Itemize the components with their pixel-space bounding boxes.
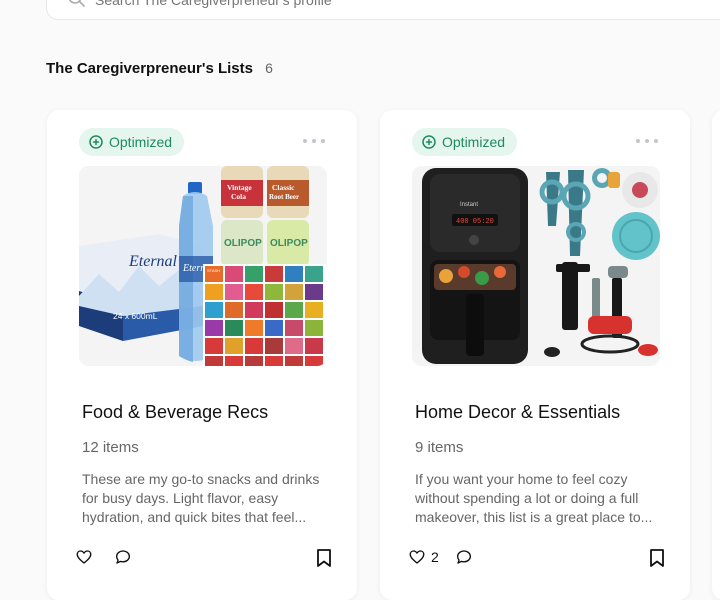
list-title[interactable]: Food & Beverage Recs <box>82 402 268 423</box>
brand-label: Eternal <box>128 253 178 270</box>
fryer-display: 400 05:20 <box>456 218 494 226</box>
svg-text:Root Beer: Root Beer <box>269 193 299 201</box>
card-actions: 2 <box>408 548 489 566</box>
card-actions <box>75 548 148 566</box>
list-card[interactable]: Optimized 400 05:20 Instant Home Decor &… <box>380 110 690 600</box>
like-button[interactable]: 2 <box>408 548 439 566</box>
bookmark-icon <box>317 549 331 567</box>
list-cover-image: 400 05:20 Instant <box>412 166 660 366</box>
section-count: 6 <box>265 60 273 76</box>
fryer-brand: Instant <box>460 202 478 208</box>
can-label-4: OLIPOP <box>270 238 308 249</box>
list-title[interactable]: Home Decor & Essentials <box>415 402 620 423</box>
comment-button[interactable] <box>114 548 132 566</box>
check-circle-icon <box>422 135 436 149</box>
bookmark-icon <box>650 549 664 567</box>
save-button[interactable] <box>648 548 666 573</box>
cover-collage: 400 05:20 Instant <box>412 166 660 366</box>
save-button[interactable] <box>315 548 333 573</box>
check-circle-icon <box>89 135 103 149</box>
pack-label: 24 x 600mL <box>113 311 158 321</box>
optimized-badge: Optimized <box>79 128 185 156</box>
search-icon <box>68 0 85 7</box>
more-icon[interactable] <box>303 134 325 148</box>
optimized-badge: Optimized <box>412 128 518 156</box>
can-label-3: OLIPOP <box>224 238 262 249</box>
list-item-count: 12 items <box>82 439 139 456</box>
svg-text:Cola: Cola <box>231 192 246 201</box>
list-description: These are my go-to snacks and drinks for… <box>82 471 320 525</box>
tea-boxes-image: STASH <box>203 264 327 366</box>
section-title: The Caregiverpreneur's Lists <box>46 60 253 77</box>
can-label-2: Classic <box>272 183 295 192</box>
comment-icon <box>456 550 471 564</box>
list-description: If you want your home to feel cozy witho… <box>415 471 653 525</box>
list-card[interactable]: Optimized Eternal 24 x 600mL Eterr Vinta… <box>47 110 357 600</box>
heart-icon <box>409 550 425 564</box>
search-input[interactable] <box>95 0 495 8</box>
comment-icon <box>115 550 131 564</box>
list-item-count: 9 items <box>415 439 464 456</box>
can-label-1: Vintage <box>227 183 252 192</box>
air-fryer-image: 400 05:20 Instant <box>422 168 528 364</box>
badge-label: Optimized <box>442 134 506 150</box>
comment-button[interactable] <box>455 548 473 566</box>
section-header: The Caregiverpreneur's Lists 6 <box>46 60 273 77</box>
tea-label: STASH <box>207 268 220 273</box>
like-count: 2 <box>431 549 439 565</box>
like-button[interactable] <box>75 548 98 566</box>
list-card-partial[interactable] <box>712 110 720 600</box>
heart-icon <box>76 550 92 564</box>
svg-text:Eterr: Eterr <box>182 263 204 274</box>
cover-collage: Eternal 24 x 600mL Eterr Vintage Cola Cl… <box>79 166 327 366</box>
list-cover-image: Eternal 24 x 600mL Eterr Vintage Cola Cl… <box>79 166 327 366</box>
badge-label: Optimized <box>109 134 173 150</box>
more-icon[interactable] <box>636 134 658 148</box>
search-box[interactable] <box>46 0 720 20</box>
